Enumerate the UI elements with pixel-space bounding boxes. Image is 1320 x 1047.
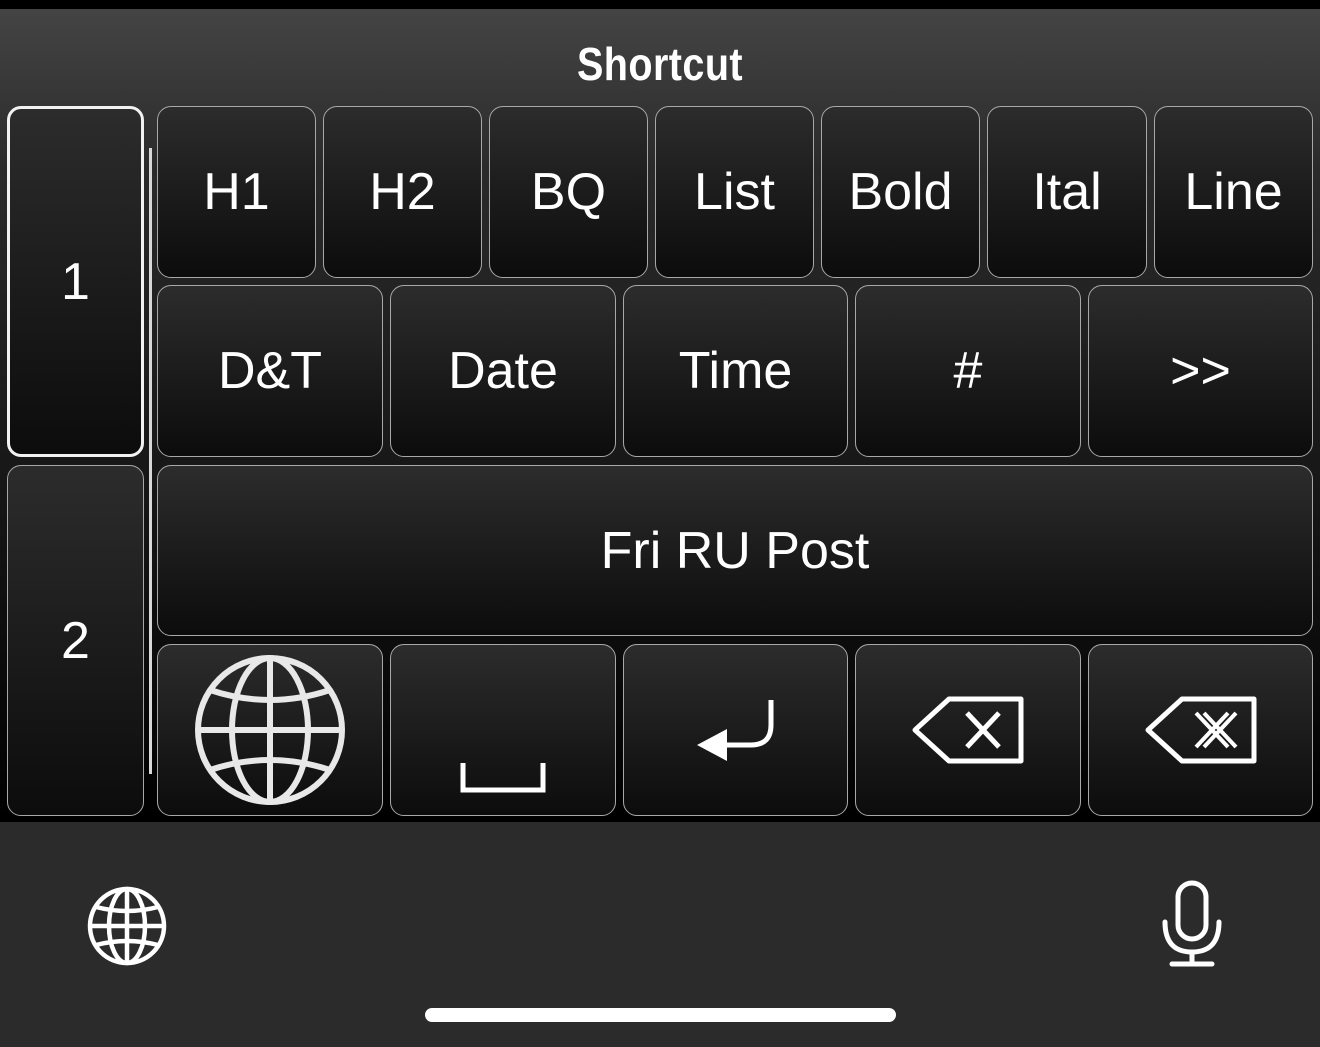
key-next[interactable]: >> <box>1088 285 1313 457</box>
microphone-icon <box>1162 880 1222 967</box>
key-date[interactable]: Date <box>390 285 616 457</box>
keyboard-title: Shortcut <box>576 38 744 90</box>
key-label: Line <box>1184 163 1283 221</box>
delete-backward-icon <box>912 696 1024 764</box>
key-label: D&T <box>218 342 322 400</box>
page-tab-label: 2 <box>61 611 90 670</box>
key-space[interactable] <box>390 644 616 816</box>
key-globe[interactable] <box>157 644 383 816</box>
key-label: Bold <box>848 163 953 221</box>
key-label: H1 <box>203 163 270 221</box>
globe-icon <box>195 655 345 805</box>
delete-word-icon <box>1145 696 1256 764</box>
key-list[interactable]: List <box>655 106 814 278</box>
key-label: # <box>953 342 983 400</box>
globe-icon <box>87 886 167 966</box>
dictation-button[interactable] <box>1160 880 1224 970</box>
key-line[interactable]: Line <box>1154 106 1313 278</box>
key-hash[interactable]: # <box>855 285 1081 457</box>
key-return[interactable] <box>623 644 848 816</box>
key-time[interactable]: Time <box>623 285 848 457</box>
key-label: H2 <box>369 163 436 221</box>
page-divider <box>149 148 152 774</box>
space-bar-icon <box>460 763 546 793</box>
page-tab-2[interactable]: 2 <box>7 465 144 816</box>
key-label: BQ <box>530 163 607 221</box>
key-label: Fri RU Post <box>600 521 870 580</box>
key-label: Date <box>448 342 558 400</box>
key-bq[interactable]: BQ <box>489 106 648 278</box>
page-tab-1[interactable]: 1 <box>7 106 144 457</box>
top-status-edge <box>0 0 1320 9</box>
return-arrow-icon <box>696 700 773 761</box>
key-delete[interactable] <box>855 644 1081 816</box>
key-label: Time <box>678 342 793 400</box>
page-tab-label: 1 <box>61 252 90 311</box>
key-date-time[interactable]: D&T <box>157 285 383 457</box>
key-label: Ital <box>1032 163 1102 221</box>
switch-keyboard-button[interactable] <box>86 885 168 967</box>
key-ital[interactable]: Ital <box>987 106 1147 278</box>
home-indicator[interactable] <box>425 1008 896 1022</box>
key-delete-word[interactable] <box>1088 644 1313 816</box>
key-label: List <box>694 163 775 221</box>
key-h2[interactable]: H2 <box>323 106 482 278</box>
key-bold[interactable]: Bold <box>821 106 980 278</box>
key-label: >> <box>1170 342 1231 400</box>
key-fri-ru-post[interactable]: Fri RU Post <box>157 465 1313 636</box>
key-h1[interactable]: H1 <box>157 106 316 278</box>
